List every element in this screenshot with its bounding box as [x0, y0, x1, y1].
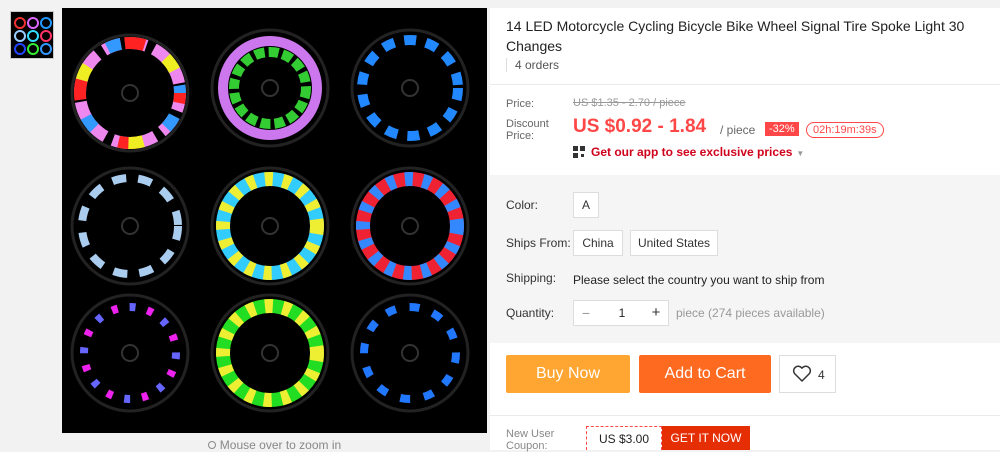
app-price-link[interactable]: Get our app to see exclusive prices ▼ — [573, 145, 804, 159]
magnifier-icon — [207, 441, 216, 449]
chevron-down-icon: ▼ — [796, 149, 805, 158]
availability-text: piece (274 pieces available) — [676, 306, 825, 320]
discount-badge: -32% — [765, 122, 799, 136]
wishlist-count: 4 — [818, 368, 825, 382]
new-user-coupon-label: New User Coupon: — [506, 428, 554, 452]
shipping-label: Shipping: — [506, 271, 557, 285]
price-label: Price: — [506, 98, 535, 110]
divider — [490, 84, 1000, 85]
quantity-increase-button[interactable]: + — [644, 301, 668, 325]
get-coupon-button[interactable]: GET IT NOW — [662, 426, 750, 450]
heart-icon — [792, 365, 812, 382]
product-main-image[interactable] — [62, 8, 487, 433]
buy-now-button[interactable]: Buy Now — [506, 355, 630, 393]
color-option-a[interactable]: A — [573, 192, 599, 218]
quantity-decrease-button[interactable]: − — [574, 301, 598, 325]
wishlist-button[interactable]: 4 — [779, 355, 836, 393]
per-piece-unit: / piece — [720, 123, 756, 137]
order-count[interactable]: 4 orders — [506, 58, 559, 72]
coupon-amount: US $3.00 — [586, 426, 662, 450]
product-info-panel: 14 LED Motorcycle Cycling Bicycle Bike W… — [490, 8, 1000, 452]
add-to-cart-button[interactable]: Add to Cart — [639, 355, 771, 393]
product-thumbnail[interactable] — [10, 11, 54, 59]
shipping-message: Please select the country you want to sh… — [573, 273, 825, 287]
divider — [490, 415, 1000, 416]
discount-price: US $0.92 - 1.84 — [573, 116, 707, 137]
color-label: Color: — [506, 198, 539, 212]
ships-from-label: Ships From: — [506, 236, 571, 250]
qr-code-icon — [573, 146, 585, 158]
coupon-label-line-1: New User — [506, 428, 555, 440]
discount-label-line-1: Discount — [506, 118, 549, 130]
quantity-input[interactable]: 1 — [598, 301, 646, 325]
ships-from-china[interactable]: China — [573, 230, 623, 256]
discount-label-line-2: Price: — [506, 130, 535, 142]
original-price: US $1.35 - 2.70 / piece — [573, 97, 686, 109]
app-link-text: Get our app to see exclusive prices — [591, 145, 793, 159]
countdown-timer: 02h:19m:39s — [806, 122, 884, 138]
product-properties: Color: A Ships From: China United States… — [490, 175, 1000, 343]
discount-label: Discount Price: — [506, 118, 549, 142]
quantity-stepper: − 1 + — [573, 300, 669, 326]
thumbnail-column — [0, 0, 60, 450]
thumbnail-image — [11, 12, 53, 58]
wheel-lights-photo — [62, 8, 487, 433]
coupon-label-line-2: Coupon: — [506, 440, 548, 452]
ships-from-united-states[interactable]: United States — [630, 230, 718, 256]
quantity-label: Quantity: — [506, 306, 555, 320]
product-title: 14 LED Motorcycle Cycling Bicycle Bike W… — [506, 18, 965, 54]
